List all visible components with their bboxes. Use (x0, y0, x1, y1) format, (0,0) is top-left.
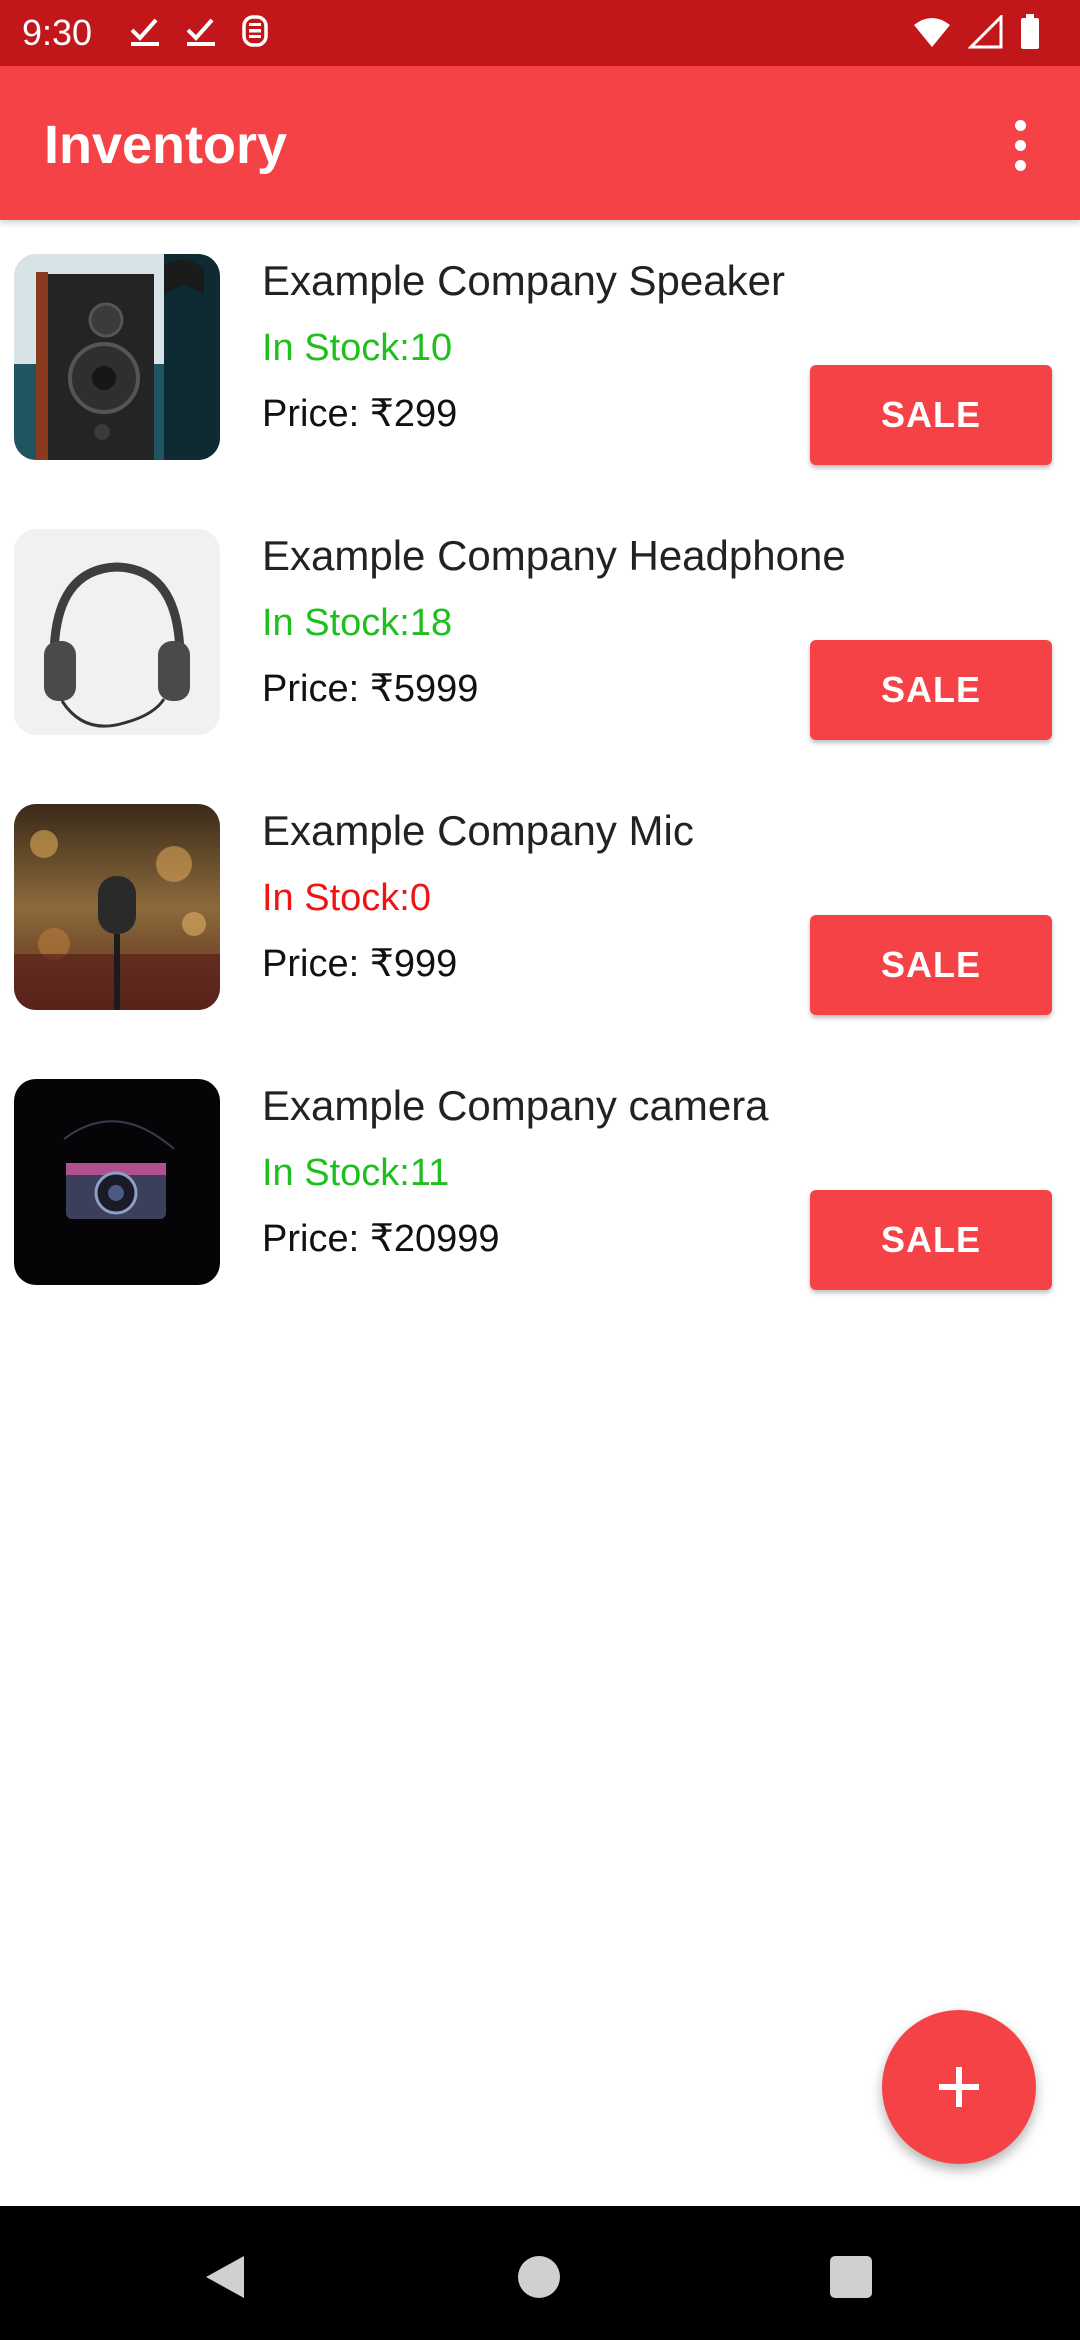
sim-icon (242, 15, 268, 47)
list-item[interactable]: Example Company Mic In Stock:0 Price: ₹9… (0, 770, 1080, 1045)
product-name: Example Company Speaker (262, 257, 785, 304)
product-name: Example Company Headphone (262, 532, 846, 579)
battery-icon (1021, 14, 1039, 49)
back-icon[interactable] (204, 2254, 246, 2300)
list-item[interactable]: Example Company Headphone In Stock:18 Pr… (0, 495, 1080, 770)
mic-image (14, 804, 220, 1010)
notification-icons (128, 14, 270, 48)
system-icons (912, 14, 1040, 50)
signal-icon (968, 15, 1003, 49)
recents-icon[interactable] (830, 2256, 872, 2298)
product-price: Price: ₹5999 (262, 668, 479, 710)
stock-status: In Stock:18 (262, 602, 453, 644)
wifi-icon (914, 18, 950, 47)
sale-button[interactable]: SALE (810, 1190, 1052, 1290)
stock-status: In Stock:0 (262, 877, 431, 919)
stock-status: In Stock:10 (262, 327, 453, 369)
page-title: Inventory (44, 115, 288, 175)
check-icon (130, 18, 159, 46)
headphone-image (14, 529, 220, 735)
list-item[interactable]: Example Company camera In Stock:11 Price… (0, 1045, 1080, 1320)
product-price: Price: ₹20999 (262, 1218, 500, 1260)
sale-button[interactable]: SALE (810, 640, 1052, 740)
camera-image (14, 1079, 220, 1285)
status-time: 9:30 (22, 12, 93, 53)
sale-button[interactable]: SALE (810, 915, 1052, 1015)
more-vert-icon[interactable] (990, 110, 1050, 180)
product-list: Example Company Speaker In Stock:10 Pric… (0, 220, 1080, 1320)
list-item[interactable]: Example Company Speaker In Stock:10 Pric… (0, 220, 1080, 495)
add-product-button[interactable] (882, 2010, 1036, 2164)
status-bar: 9:30 (0, 0, 1080, 66)
sale-button[interactable]: SALE (810, 365, 1052, 465)
product-price: Price: ₹299 (262, 393, 458, 435)
home-icon[interactable] (518, 2256, 560, 2298)
stock-status: In Stock:11 (262, 1152, 450, 1194)
plus-icon (939, 2067, 979, 2107)
check-icon (186, 18, 215, 46)
speaker-image (14, 254, 220, 460)
product-name: Example Company camera (262, 1082, 769, 1129)
navigation-bar (0, 2206, 1080, 2340)
product-name: Example Company Mic (262, 807, 694, 854)
app-bar: Inventory (0, 66, 1080, 220)
product-price: Price: ₹999 (262, 943, 458, 985)
